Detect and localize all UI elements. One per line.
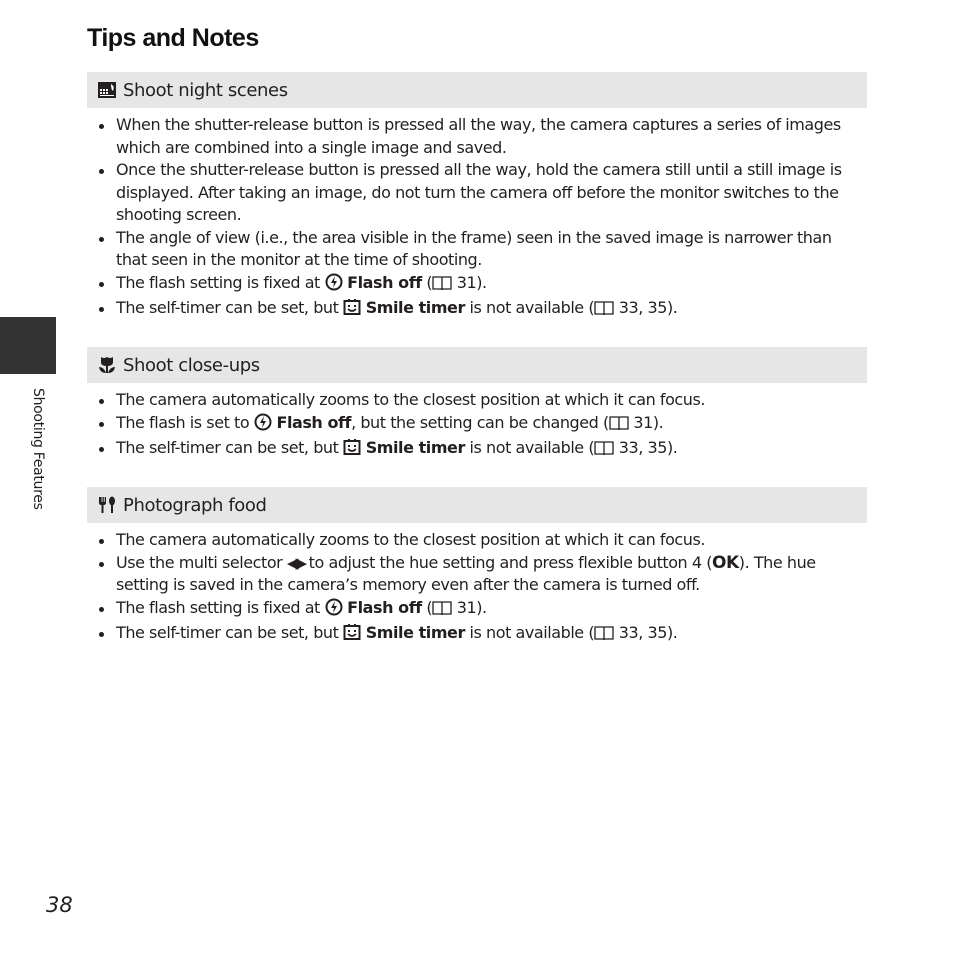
- list-item: The angle of view (i.e., the area visibl…: [96, 227, 866, 272]
- book-reference-icon: [594, 440, 614, 463]
- list-item: The flash setting is fixed at Flash off …: [96, 597, 866, 623]
- smile-timer-icon: [343, 298, 361, 323]
- list-item: The flash setting is fixed at Flash off …: [96, 272, 866, 298]
- list-item: Once the shutter-release button is press…: [96, 159, 866, 227]
- section-heading-food: Photograph food: [87, 487, 867, 523]
- list-item: Use the multi selector ◀▶ to adjust the …: [96, 552, 866, 597]
- chapter-tab-marker: [0, 317, 56, 374]
- book-reference-icon: [594, 300, 614, 323]
- list-item: The camera automatically zooms to the cl…: [96, 389, 866, 412]
- food-utensils-icon: [97, 495, 117, 515]
- night-scenes-notes: When the shutter-release button is press…: [96, 114, 866, 323]
- book-reference-icon: [609, 415, 629, 438]
- smile-timer-icon: [343, 623, 361, 648]
- list-item: The self-timer can be set, but Smile tim…: [96, 297, 866, 323]
- food-notes: The camera automatically zooms to the cl…: [96, 529, 866, 648]
- list-item: The self-timer can be set, but Smile tim…: [96, 437, 866, 463]
- flash-off-icon: [254, 413, 272, 438]
- close-ups-notes: The camera automatically zooms to the cl…: [96, 389, 866, 463]
- book-reference-icon: [432, 600, 452, 623]
- macro-flower-icon: [97, 355, 117, 375]
- ok-button-icon: OK: [712, 552, 739, 573]
- list-item: The self-timer can be set, but Smile tim…: [96, 622, 866, 648]
- page-number: 38: [46, 893, 73, 917]
- flash-off-icon: [325, 273, 343, 298]
- night-landscape-icon: [97, 80, 117, 100]
- chapter-tab-label: Shooting Features: [30, 388, 46, 510]
- flash-off-icon: [325, 598, 343, 623]
- multi-selector-left-right-icon: ◀▶: [286, 553, 307, 572]
- list-item: When the shutter-release button is press…: [96, 114, 866, 159]
- book-reference-icon: [432, 275, 452, 298]
- section-heading-text: Photograph food: [123, 494, 267, 516]
- section-heading-text: Shoot close-ups: [123, 354, 260, 376]
- book-reference-icon: [594, 625, 614, 648]
- section-heading-close-ups: Shoot close-ups: [87, 347, 867, 383]
- list-item: The camera automatically zooms to the cl…: [96, 529, 866, 552]
- section-heading-text: Shoot night scenes: [123, 79, 288, 101]
- section-heading-night-scenes: Shoot night scenes: [87, 72, 867, 108]
- list-item: The flash is set to Flash off, but the s…: [96, 412, 866, 438]
- page-title: Tips and Notes: [87, 24, 259, 52]
- smile-timer-icon: [343, 438, 361, 463]
